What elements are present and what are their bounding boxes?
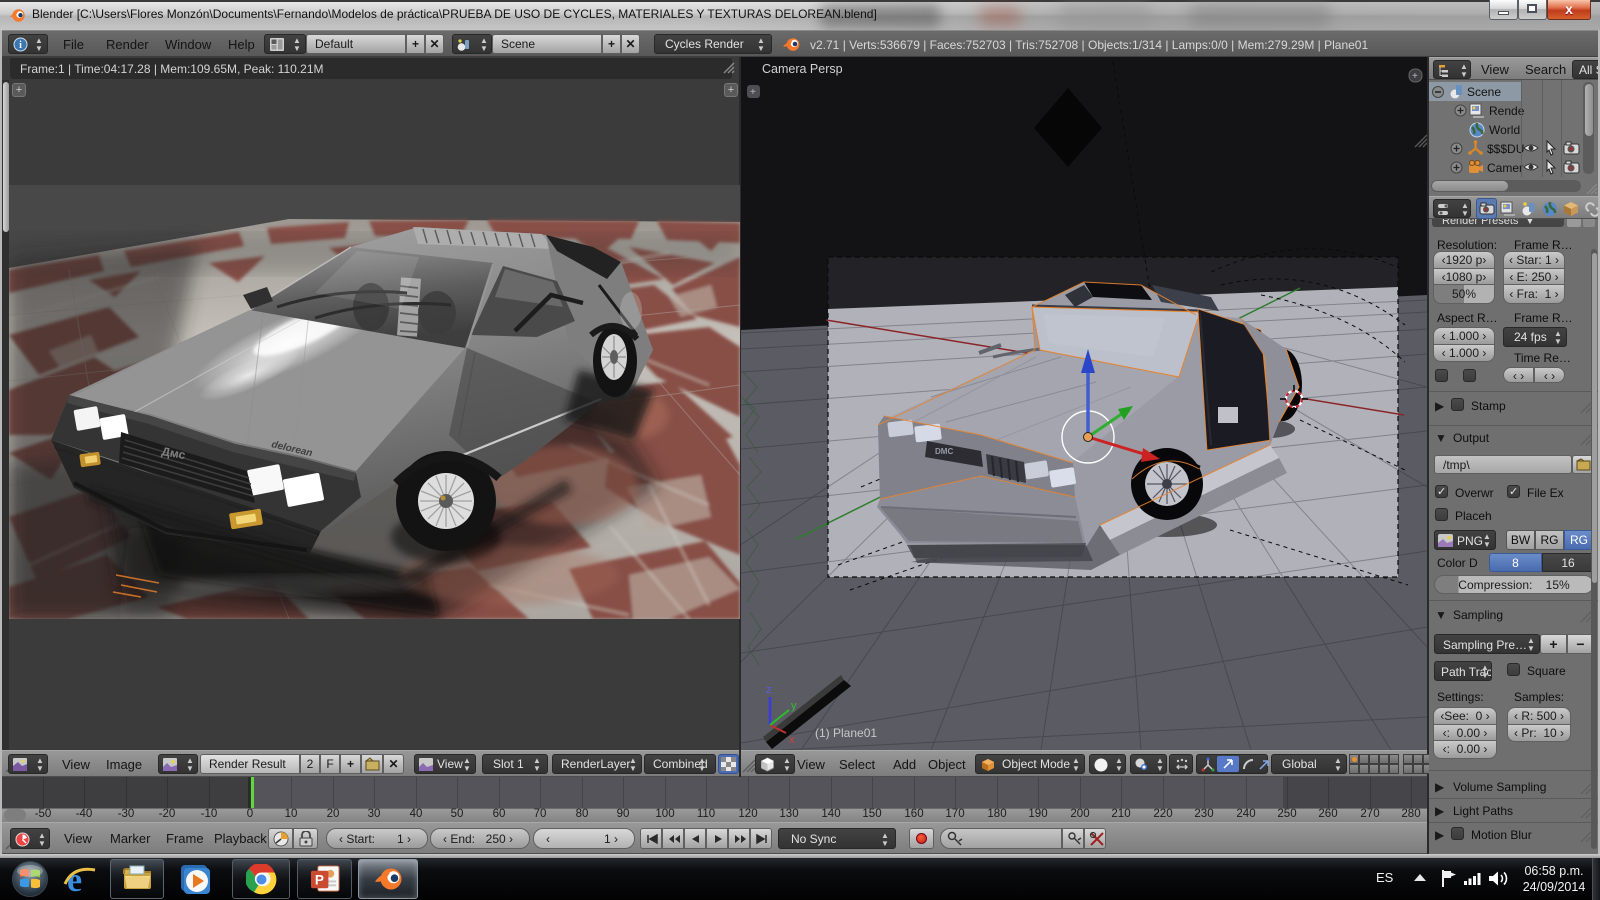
svg-text:+: +: [1412, 71, 1418, 82]
svg-text:z: z: [766, 684, 772, 696]
svg-text:DMC: DMC: [935, 447, 953, 456]
svg-text:y: y: [791, 700, 797, 712]
svg-text:i: i: [19, 40, 22, 51]
svg-text:x: x: [789, 734, 795, 746]
svg-text:Camera Persp: Camera Persp: [762, 62, 843, 76]
svg-text:+: +: [750, 87, 756, 98]
svg-text:P: P: [315, 872, 324, 887]
svg-text:(1) Plane01: (1) Plane01: [815, 726, 877, 740]
